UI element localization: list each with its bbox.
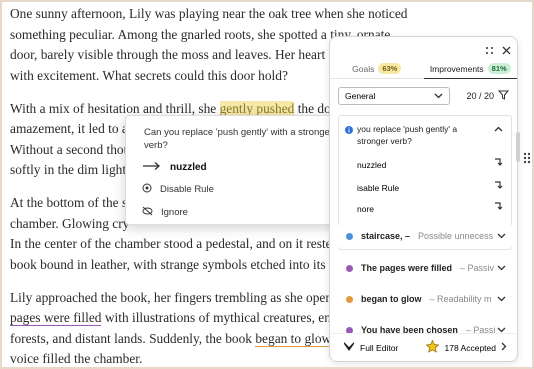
chevron-down-icon: [497, 231, 506, 241]
eye-off-icon: [142, 206, 153, 219]
disable-icon: [142, 183, 152, 196]
chevron-down-icon: [497, 294, 506, 304]
goals-badge: 63%: [378, 63, 402, 74]
chevron-down-icon: [497, 263, 506, 273]
tab-goals[interactable]: Goals 63%: [330, 59, 424, 79]
resize-handle-icon[interactable]: [519, 148, 532, 168]
status-dot: [346, 232, 353, 240]
close-icon[interactable]: [502, 42, 511, 60]
panel-footer: Full Editor 178 Accepted: [330, 333, 517, 361]
paragraph-4: Lily approached the book, her fingers tr…: [10, 289, 343, 366]
tab-improvements[interactable]: Improvements 81%: [423, 59, 517, 79]
status-dot: [346, 295, 353, 303]
arrow-right-icon: [142, 161, 162, 174]
category-select[interactable]: General: [338, 87, 450, 105]
chevron-down-icon: [434, 91, 443, 101]
panel-tabs: Goals 63% Improvements 81%: [330, 59, 517, 79]
drag-handle-icon[interactable]: [485, 42, 494, 60]
app-frame: One sunny afternoon, Lily was playing ne…: [2, 2, 532, 367]
apply-arrow-icon: [495, 181, 503, 189]
readability-phrase[interactable]: began to glow: [255, 330, 331, 347]
status-dot: [346, 264, 353, 272]
editor-logo-icon: [344, 342, 354, 353]
card-disable-option[interactable]: isable Rule: [357, 183, 399, 193]
suggestion-text: nuzzled: [170, 162, 207, 173]
popup-question: Can you replace 'push gently' with a str…: [144, 127, 333, 151]
star-badge-icon: [426, 339, 440, 355]
chevron-right-icon: [501, 342, 507, 353]
filter-icon[interactable]: [497, 87, 510, 105]
suggestion-row-staircase[interactable]: staircase, – Possible unnecess: [338, 225, 512, 247]
chevron-up-icon[interactable]: [494, 124, 503, 134]
passive-phrase[interactable]: pages were filled: [10, 310, 102, 326]
full-editor-button[interactable]: Full Editor: [344, 342, 398, 353]
accepted-count-button[interactable]: 178 Accepted: [426, 339, 507, 355]
card-accept-option[interactable]: nuzzled: [357, 160, 386, 170]
suggestion-row-began-to-glow[interactable]: began to glow – Readability m: [338, 288, 512, 310]
improvements-badge: 81%: [487, 63, 511, 74]
suggestion-row-pages-filled[interactable]: The pages were filled – Passiv: [338, 257, 512, 279]
apply-arrow-icon: [495, 202, 503, 210]
card-ignore-option[interactable]: nore: [357, 204, 374, 214]
ignore-button[interactable]: Ignore: [142, 206, 188, 219]
disable-rule-button[interactable]: Disable Rule: [142, 183, 214, 196]
assistant-panel: Goals 63% Improvements 81% General 20 / …: [329, 36, 518, 362]
accept-suggestion-button[interactable]: nuzzled: [142, 161, 207, 174]
suggestion-count: 20 / 20: [466, 91, 494, 101]
info-icon: [345, 126, 353, 136]
apply-arrow-icon: [495, 158, 503, 166]
paragraph-1: One sunny afternoon, Lily was playing ne…: [10, 6, 408, 83]
